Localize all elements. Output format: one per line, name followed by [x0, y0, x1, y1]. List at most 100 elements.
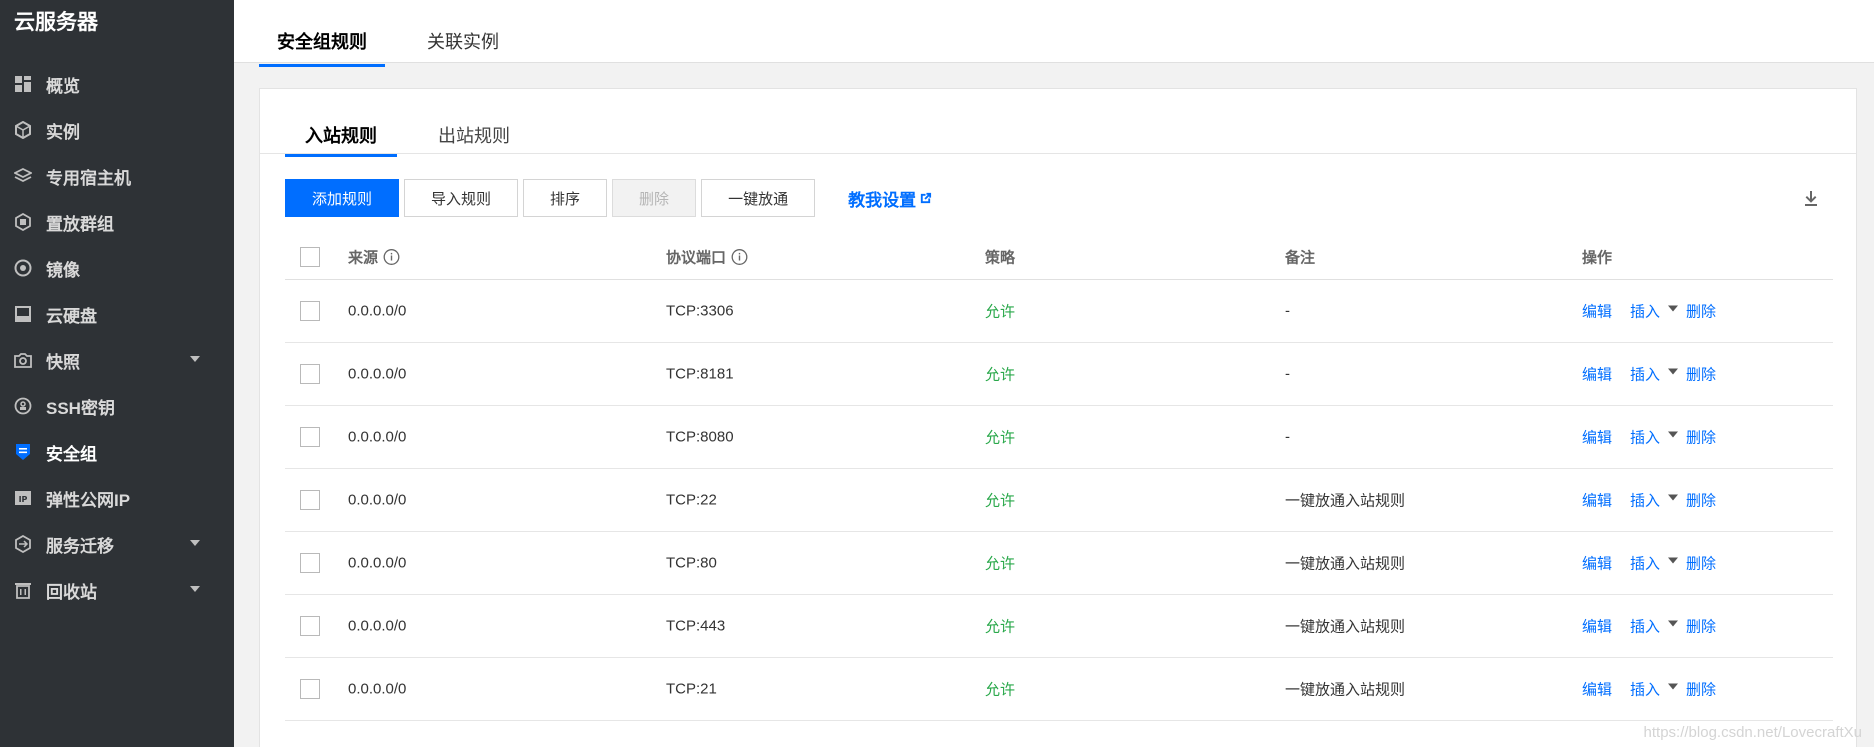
row-checkbox[interactable]: [300, 616, 320, 636]
sidebar-item-7[interactable]: SSH密钥: [0, 383, 234, 429]
source-cell: 0.0.0.0/0: [348, 617, 407, 635]
delete-button[interactable]: 删除: [612, 179, 697, 217]
ip-icon: IP: [14, 489, 32, 507]
import-rules-button[interactable]: 导入规则: [404, 179, 519, 217]
insert-dropdown[interactable]: 插入: [1630, 553, 1679, 574]
help-setup-label: 教我设置: [848, 190, 917, 210]
chevron-down-icon[interactable]: [190, 540, 200, 546]
sidebar-item-8[interactable]: 安全组: [0, 429, 234, 475]
chevron-down-icon[interactable]: [190, 586, 200, 592]
edit-link[interactable]: 编辑: [1582, 679, 1612, 700]
add-rule-button[interactable]: 添加规则: [285, 179, 400, 217]
rules-toolbar: 添加规则 导入规则 排序 删除 一键放通 教我设置: [285, 179, 932, 217]
edit-link[interactable]: 编辑: [1582, 553, 1612, 574]
delete-link[interactable]: 删除: [1686, 427, 1716, 448]
page-header: 安全组规则 关联实例: [234, 0, 1874, 67]
row-checkbox[interactable]: [300, 427, 320, 447]
note-cell: 一键放通入站规则: [1285, 492, 1406, 510]
source-cell: 0.0.0.0/0: [348, 428, 407, 446]
note-cell: 一键放通入站规则: [1285, 618, 1406, 636]
table-row: 0.0.0.0/0 TCP:21 允许 一键放通入站规则 编辑 插入 删除: [285, 658, 1833, 721]
table-header: 来源 协议端口 策略 备注 操作: [285, 234, 1833, 280]
insert-dropdown[interactable]: 插入: [1630, 364, 1679, 385]
open-all-button[interactable]: 一键放通: [701, 179, 816, 217]
delete-link[interactable]: 删除: [1686, 679, 1716, 700]
row-checkbox[interactable]: [300, 679, 320, 699]
edit-link[interactable]: 编辑: [1582, 364, 1612, 385]
cube-icon: [14, 121, 32, 139]
download-icon[interactable]: [1802, 189, 1820, 207]
delete-link[interactable]: 删除: [1686, 301, 1716, 322]
sidebar-item-1[interactable]: 实例: [0, 107, 234, 153]
row-checkbox[interactable]: [300, 301, 320, 321]
external-link-icon: [920, 192, 932, 203]
sidebar-item-10[interactable]: 服务迁移: [0, 521, 234, 567]
note-cell: 一键放通入站规则: [1285, 681, 1406, 699]
ops-cell: 编辑 插入 删除: [1582, 301, 1716, 322]
port-cell: TCP:22: [666, 491, 717, 509]
rule-direction-tabs: 入站规则 出站规则: [260, 89, 1856, 157]
tab-inbound-rules[interactable]: 入站规则: [285, 122, 397, 157]
info-icon[interactable]: [731, 248, 748, 265]
sidebar: 云服务器 概览 实例 专用宿主机 置放群组 镜像 云硬盘 快照 SSH密钥 安全组 IP 弹性公网I…: [0, 0, 234, 747]
tab-outbound-rules[interactable]: 出站规则: [438, 122, 510, 154]
ops-cell: 编辑 插入 删除: [1582, 427, 1716, 448]
tab-security-group-rules[interactable]: 安全组规则: [259, 28, 385, 67]
sidebar-item-11[interactable]: 回收站: [0, 567, 234, 613]
sidebar-item-0[interactable]: 概览: [0, 61, 234, 107]
info-icon[interactable]: [383, 248, 400, 265]
sidebar-item-3[interactable]: 置放群组: [0, 199, 234, 245]
ops-cell: 编辑 插入 删除: [1582, 364, 1716, 385]
edit-link[interactable]: 编辑: [1582, 301, 1612, 322]
camera-icon: [14, 351, 32, 369]
policy-cell: 允许: [985, 303, 1016, 321]
edit-link[interactable]: 编辑: [1582, 490, 1612, 511]
insert-dropdown[interactable]: 插入: [1630, 490, 1679, 511]
caret-down-icon: [1668, 431, 1679, 437]
sidebar-item-5[interactable]: 云硬盘: [0, 291, 234, 337]
caret-down-icon: [1668, 620, 1679, 626]
sidebar-item-label: 云硬盘: [46, 306, 97, 326]
source-cell: 0.0.0.0/0: [348, 680, 407, 698]
delete-link[interactable]: 删除: [1686, 490, 1716, 511]
sidebar-item-2[interactable]: 专用宿主机: [0, 153, 234, 199]
row-checkbox[interactable]: [300, 553, 320, 573]
note-cell: 一键放通入站规则: [1285, 555, 1406, 573]
insert-dropdown[interactable]: 插入: [1630, 679, 1679, 700]
sort-button[interactable]: 排序: [523, 179, 608, 217]
insert-label: 插入: [1630, 492, 1661, 510]
insert-label: 插入: [1630, 429, 1661, 447]
delete-link[interactable]: 删除: [1686, 364, 1716, 385]
row-checkbox[interactable]: [300, 490, 320, 510]
disk-icon: [14, 305, 32, 323]
caret-down-icon: [1668, 494, 1679, 500]
table-row: 0.0.0.0/0 TCP:80 允许 一键放通入站规则 编辑 插入 删除: [285, 532, 1833, 595]
chevron-down-icon[interactable]: [190, 356, 200, 362]
ops-cell: 编辑 插入 删除: [1582, 553, 1716, 574]
rules-table: 来源 协议端口 策略 备注 操作 0.0.0.0/0 TCP:3306 允许 - 编辑插…: [285, 234, 1833, 721]
sidebar-item-label: 快照: [46, 352, 80, 372]
insert-dropdown[interactable]: 插入: [1630, 616, 1679, 637]
delete-link[interactable]: 删除: [1686, 616, 1716, 637]
source-cell: 0.0.0.0/0: [348, 365, 407, 383]
caret-down-icon: [1668, 368, 1679, 374]
select-all-checkbox[interactable]: [300, 246, 320, 267]
sidebar-item-6[interactable]: 快照: [0, 337, 234, 383]
insert-dropdown[interactable]: 插入: [1630, 427, 1679, 448]
tab-associated-instances[interactable]: 关联实例: [427, 28, 499, 64]
sidebar-item-9[interactable]: IP 弹性公网IP: [0, 475, 234, 521]
header-note: 备注: [1285, 249, 1316, 266]
help-setup-link[interactable]: 教我设置: [848, 186, 932, 211]
trash-icon: [14, 581, 32, 599]
sidebar-item-label: 专用宿主机: [46, 168, 131, 188]
insert-label: 插入: [1630, 555, 1661, 573]
sidebar-item-4[interactable]: 镜像: [0, 245, 234, 291]
policy-cell: 允许: [985, 618, 1016, 636]
edit-link[interactable]: 编辑: [1582, 427, 1612, 448]
delete-link[interactable]: 删除: [1686, 553, 1716, 574]
sidebar-item-label: 实例: [46, 122, 80, 142]
insert-dropdown[interactable]: 插入: [1630, 301, 1679, 322]
edit-link[interactable]: 编辑: [1582, 616, 1612, 637]
row-checkbox[interactable]: [300, 364, 320, 384]
svg-text:IP: IP: [19, 495, 28, 504]
